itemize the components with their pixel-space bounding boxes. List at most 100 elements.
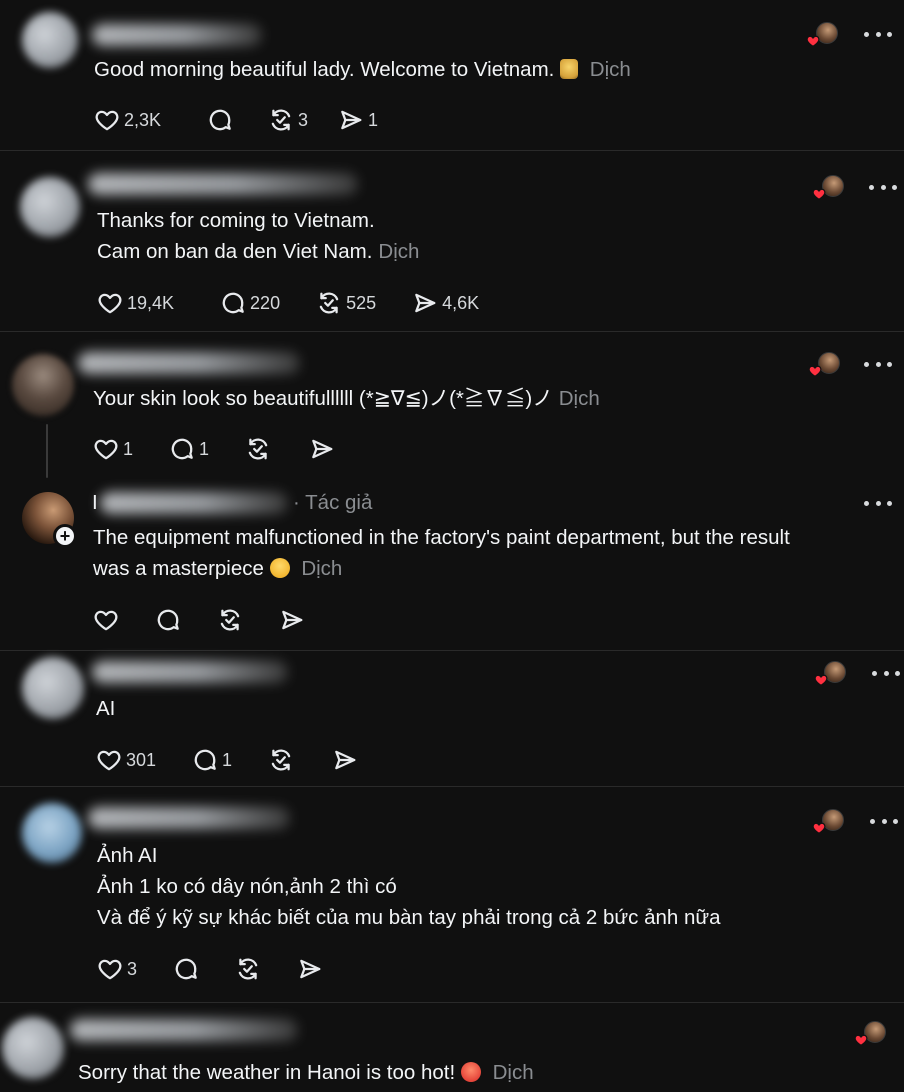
reply-button[interactable]: 1 [192, 747, 232, 773]
share-icon [279, 607, 305, 633]
author-initial[interactable]: I [92, 487, 98, 518]
comment-text: Good morning beautiful lady. Welcome to … [94, 58, 631, 81]
repost-button[interactable] [268, 747, 294, 773]
more-options-button[interactable] [864, 359, 892, 369]
heart-icon [812, 821, 826, 835]
share-icon [309, 436, 335, 462]
username-blurred[interactable] [70, 1019, 298, 1041]
like-button[interactable]: 1 [93, 436, 133, 462]
translate-link[interactable]: Dịch [559, 387, 600, 410]
translate-link[interactable]: Dịch [378, 240, 419, 263]
comment-text-line: Và để ý kỹ sự khác biết của mu bàn tay p… [97, 906, 721, 929]
action-bar: 301 1 [96, 745, 358, 775]
share-button[interactable] [332, 747, 358, 773]
heart-icon [854, 1033, 868, 1047]
more-options-button[interactable] [872, 668, 900, 678]
repost-icon [217, 607, 243, 633]
username-blurred[interactable] [100, 492, 288, 514]
comment-4-author-reply: + I · Tác giả The equipment malfunctione… [0, 484, 904, 650]
comment-text-line: Cam on ban da den Viet Nam. Dịch [97, 240, 420, 263]
comment-5: AI 301 1 [0, 651, 904, 786]
share-button[interactable]: 4,6K [412, 290, 479, 316]
translate-link[interactable]: Dịch [493, 1061, 534, 1084]
like-button[interactable]: 3 [97, 956, 137, 982]
action-bar: 19,4K 220 525 4,6K [97, 288, 479, 318]
share-button[interactable] [309, 436, 335, 462]
avatar[interactable] [22, 12, 78, 68]
like-button[interactable]: 2,3K [94, 107, 161, 133]
avatar[interactable] [22, 803, 82, 863]
more-options-button[interactable] [864, 498, 892, 508]
heart-icon [93, 436, 119, 462]
follow-plus-icon[interactable]: + [53, 524, 77, 548]
reply-icon [173, 956, 199, 982]
repost-button[interactable] [245, 436, 271, 462]
heart-icon [96, 747, 122, 773]
comment-2: Thanks for coming to Vietnam. Cam on ban… [0, 151, 904, 331]
heart-icon [97, 956, 123, 982]
comment-text-line: Thanks for coming to Vietnam. [97, 209, 375, 232]
avatar[interactable] [22, 657, 84, 719]
reply-icon [207, 107, 233, 133]
share-icon [412, 290, 438, 316]
heart-icon [806, 34, 820, 48]
share-button[interactable] [279, 607, 305, 633]
share-icon [297, 956, 323, 982]
comment-text: Your skin look so beautifullllll (*≧∇≦)ノ… [93, 387, 600, 410]
repost-button[interactable]: 3 [268, 107, 308, 133]
heart-icon [97, 290, 123, 316]
repost-button[interactable]: 525 [316, 290, 376, 316]
more-options-button[interactable] [864, 29, 892, 39]
like-button[interactable] [93, 607, 119, 633]
comment-text-line: Ảnh AI [97, 844, 158, 867]
username-blurred[interactable] [88, 807, 290, 829]
share-button[interactable]: 1 [338, 107, 378, 133]
heart-icon [808, 364, 822, 378]
repost-icon [235, 956, 261, 982]
translate-link[interactable]: Dịch [301, 557, 342, 580]
repost-button[interactable] [217, 607, 243, 633]
comment-text: AI [96, 697, 116, 720]
share-button[interactable] [297, 956, 323, 982]
repost-icon [245, 436, 271, 462]
beer-icon [560, 59, 579, 79]
reply-button[interactable]: 220 [220, 290, 280, 316]
translate-link[interactable]: Dịch [590, 58, 631, 81]
heart-icon [814, 673, 828, 687]
reply-icon [220, 290, 246, 316]
like-button[interactable]: 19,4K [97, 290, 174, 316]
username-blurred[interactable] [88, 173, 358, 195]
more-options-button[interactable] [869, 182, 897, 192]
comment-1: Good morning beautiful lady. Welcome to … [0, 0, 904, 150]
author-liked-badge [808, 352, 840, 378]
action-bar: 2,3K 3 1 [94, 105, 378, 135]
author-liked-badge [806, 22, 838, 48]
username-blurred[interactable] [92, 661, 288, 683]
avatar[interactable] [20, 177, 80, 237]
reply-button[interactable]: 1 [169, 436, 209, 462]
reply-button[interactable] [207, 107, 233, 133]
author-tag: · Tác giả [293, 491, 373, 514]
action-bar [93, 605, 305, 635]
author-liked-badge [812, 175, 844, 201]
avatar[interactable] [12, 354, 74, 416]
avatar[interactable] [2, 1017, 64, 1079]
repost-icon [268, 747, 294, 773]
author-liked-badge [854, 1021, 886, 1047]
heart-icon [94, 107, 120, 133]
repost-icon [268, 107, 294, 133]
heart-icon [93, 607, 119, 633]
action-bar: 1 1 [93, 434, 335, 464]
reply-icon [155, 607, 181, 633]
reply-button[interactable] [173, 956, 199, 982]
reply-icon [169, 436, 195, 462]
comment-3: Your skin look so beautifullllll (*≧∇≦)ノ… [0, 332, 904, 484]
username-blurred[interactable] [92, 24, 262, 46]
more-options-button[interactable] [870, 816, 898, 826]
username-blurred[interactable] [78, 352, 300, 374]
comment-text-line: was a masterpiece Dịch [93, 557, 343, 580]
author-liked-badge [812, 809, 844, 835]
reply-button[interactable] [155, 607, 181, 633]
repost-button[interactable] [235, 956, 261, 982]
like-button[interactable]: 301 [96, 747, 156, 773]
